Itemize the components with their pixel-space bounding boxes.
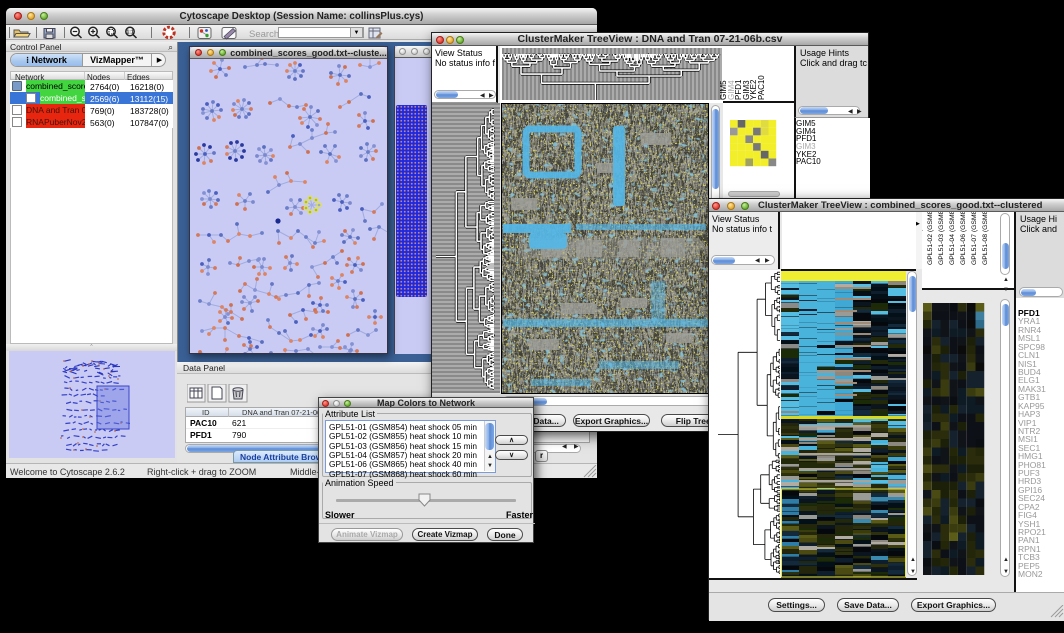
svg-text:1:1: 1:1 — [127, 30, 134, 36]
